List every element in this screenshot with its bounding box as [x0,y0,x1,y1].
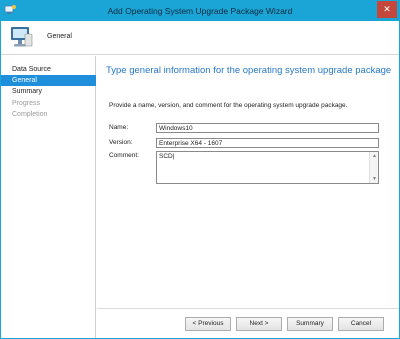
version-field[interactable] [156,138,379,148]
nav-item-completion: Completion [12,111,48,118]
chevron-down-icon[interactable]: ▼ [370,175,379,183]
main-content: Type general information for the operati… [97,56,399,308]
nav-item-summary[interactable]: Summary [1,86,96,97]
page-heading: Type general information for the operati… [106,65,392,76]
nav-item-progress: Progress [12,100,41,107]
wizard-nav: Data Source General Summary Progress Com… [1,56,96,338]
nav-item-general[interactable]: General [1,75,96,86]
comment-scrollbar[interactable]: ▲ ▼ [369,152,378,183]
comment-label: Comment: [109,152,139,159]
version-label: Version: [109,139,133,146]
comment-field[interactable]: SCD| [156,151,379,184]
name-label: Name: [109,124,129,131]
wizard-footer: < Previous Next > Summary Cancel [97,308,399,338]
name-field[interactable] [156,123,379,133]
next-button[interactable]: Next > [236,317,282,331]
page-title: General [47,33,72,40]
computer-monitor-icon [11,27,33,47]
chevron-up-icon[interactable]: ▲ [370,152,379,160]
nav-item-data-source[interactable]: Data Source [1,64,96,75]
wizard-header: General [1,21,399,55]
window-title: Add Operating System Upgrade Package Wiz… [107,6,293,16]
close-button[interactable]: ✕ [377,1,397,18]
cancel-button[interactable]: Cancel [338,317,384,331]
close-icon: ✕ [383,4,391,14]
wizard-window: Add Operating System Upgrade Package Wiz… [0,0,400,339]
summary-button[interactable]: Summary [287,317,333,331]
page-description: Provide a name, version, and comment for… [109,102,348,109]
title-bar[interactable]: Add Operating System Upgrade Package Wiz… [1,1,399,21]
previous-button[interactable]: < Previous [185,317,231,331]
